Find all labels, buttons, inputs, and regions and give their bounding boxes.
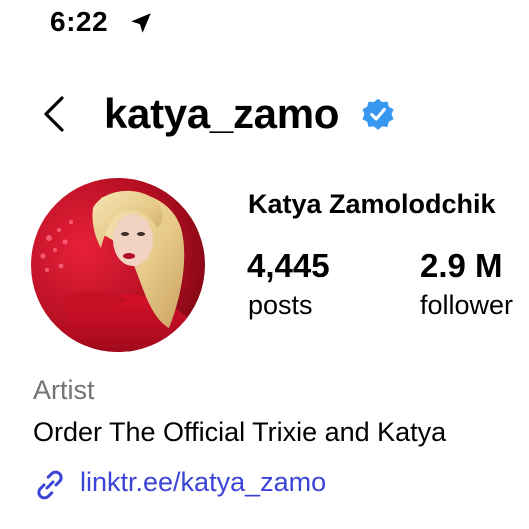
link-icon[interactable] bbox=[33, 468, 67, 502]
posts-count[interactable]: 4,445 bbox=[247, 246, 330, 286]
followers-count[interactable]: 2.9 M bbox=[420, 246, 503, 286]
profile-username: katya_zamo bbox=[104, 90, 340, 137]
status-time: 6:22 bbox=[50, 6, 109, 37]
verified-badge-icon bbox=[362, 98, 394, 130]
followers-label[interactable]: follower bbox=[420, 288, 513, 322]
profile-link[interactable]: linktr.ee/katya_zamo bbox=[80, 462, 326, 502]
back-chevron-icon[interactable] bbox=[40, 92, 70, 136]
profile-page: 6:22 katya_zamo Katya Zamolodchik 4,445 … bbox=[0, 0, 529, 529]
profile-category: Artist bbox=[33, 375, 95, 405]
profile-full-name: Katya Zamolodchik bbox=[248, 189, 496, 219]
location-arrow-icon bbox=[131, 13, 151, 33]
posts-label[interactable]: posts bbox=[248, 288, 313, 322]
avatar-image bbox=[31, 178, 205, 352]
profile-bio: Order The Official Trixie and Katya bbox=[33, 417, 447, 447]
profile-avatar[interactable] bbox=[31, 178, 205, 352]
